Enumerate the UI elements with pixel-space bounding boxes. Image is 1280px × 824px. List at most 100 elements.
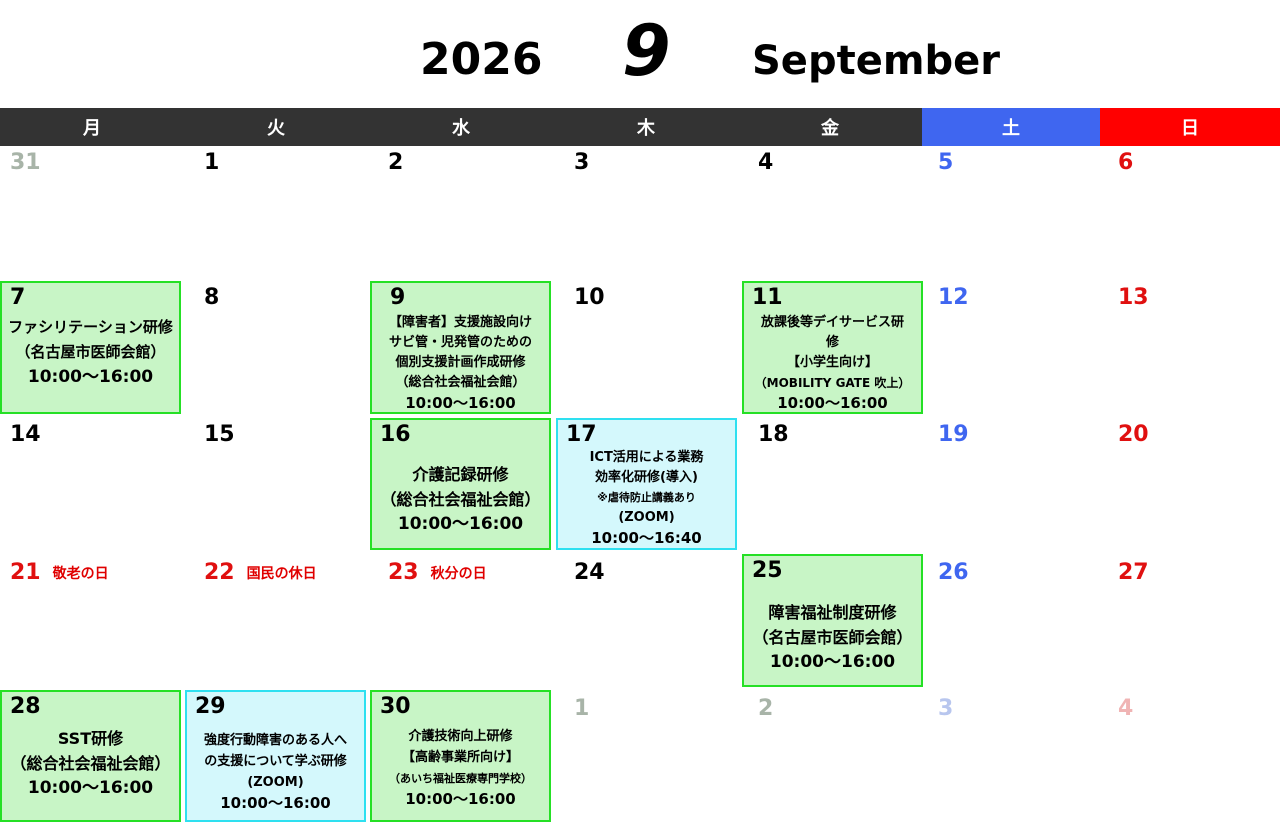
event-line: 【障害者】支援施設向け bbox=[388, 315, 532, 330]
day-number: 12 bbox=[938, 285, 969, 310]
day-number: 21 敬老の日 bbox=[10, 560, 109, 585]
event-line: 10:00～16:00 bbox=[27, 367, 154, 387]
day-cell[interactable]: 10 bbox=[564, 281, 740, 415]
event-line: 【小学生向け】 bbox=[786, 355, 878, 370]
day-cell[interactable]: 1 bbox=[194, 146, 370, 280]
day-number: 5 bbox=[938, 150, 954, 175]
day-number: 29 bbox=[195, 694, 226, 719]
weekday-thu: 木 bbox=[554, 108, 738, 146]
event-line: 10:00～16:00 bbox=[769, 652, 896, 672]
day-cell[interactable]: 1 bbox=[564, 692, 740, 822]
day-cell[interactable]: 18 bbox=[748, 418, 920, 551]
event-card[interactable]: 17 ICT活用による業務 効率化研修(導入) ※虐待防止講義あり (ZOOM)… bbox=[556, 418, 737, 550]
day-cell[interactable]: 31 bbox=[0, 146, 184, 280]
event-card[interactable]: 25 障害福祉制度研修 （名古屋市医師会館） 10:00～16:00 bbox=[742, 554, 923, 687]
day-number: 17 bbox=[566, 422, 597, 447]
event-line: 個別支援計画作成研修 bbox=[395, 355, 526, 370]
event-line: 介護記録研修 bbox=[412, 465, 509, 484]
weekday-sun: 日 bbox=[1100, 108, 1280, 146]
day-number: 6 bbox=[1118, 150, 1134, 175]
event-line: 10:00～16:00 bbox=[405, 790, 516, 808]
event-line: 放課後等デイサービス研 bbox=[760, 315, 904, 330]
day-number: 10 bbox=[574, 285, 605, 310]
event-line: 修 bbox=[825, 335, 839, 350]
day-cell[interactable]: 12 bbox=[928, 281, 1098, 415]
day-number: 18 bbox=[758, 422, 789, 447]
event-line: 【高齢事業所向け】 bbox=[401, 750, 519, 765]
event-line: （総合社会福祉会館） bbox=[10, 754, 171, 773]
day-number: 7 bbox=[10, 285, 26, 310]
day-cell[interactable]: 14 bbox=[0, 418, 184, 551]
day-cell[interactable]: 2 bbox=[748, 692, 920, 822]
event-card[interactable]: 30 介護技術向上研修 【高齢事業所向け】 （あいち福祉医療専門学校） 10:0… bbox=[370, 690, 551, 822]
day-number: 25 bbox=[752, 558, 783, 583]
event-card[interactable]: 7 ファシリテーション研修 （名古屋市医師会館） 10:00～16:00 bbox=[0, 281, 181, 414]
event-line: ICT活用による業務 bbox=[589, 450, 704, 465]
event-line: （総合社会福祉会館） bbox=[395, 375, 526, 390]
event-line: （名古屋市医師会館） bbox=[752, 628, 913, 647]
holiday-label: 敬老の日 bbox=[52, 566, 109, 582]
day-cell[interactable]: 2 bbox=[378, 146, 554, 280]
event-card[interactable]: 9 【障害者】支援施設向け サビ管・児発管のための 個別支援計画作成研修 （総合… bbox=[370, 281, 551, 414]
day-cell[interactable]: 20 bbox=[1108, 418, 1278, 551]
day-number: 30 bbox=[380, 694, 411, 719]
event-line: ※虐待防止講義あり bbox=[597, 491, 696, 504]
day-number: 3 bbox=[938, 696, 954, 721]
day-number: 24 bbox=[574, 560, 605, 585]
day-cell[interactable]: 15 bbox=[194, 418, 370, 551]
weekday-fri: 金 bbox=[738, 108, 922, 146]
day-cell[interactable]: 13 bbox=[1108, 281, 1278, 415]
day-cell[interactable]: 19 bbox=[928, 418, 1098, 551]
day-cell[interactable]: 4 bbox=[1108, 692, 1278, 822]
weekday-header: 月 火 水 木 金 土 日 bbox=[0, 108, 1280, 146]
day-number: 4 bbox=[758, 150, 774, 175]
month-name: September bbox=[752, 38, 1000, 84]
day-number: 11 bbox=[752, 285, 783, 310]
day-number: 22 国民の休日 bbox=[204, 560, 317, 585]
event-line: ファシリテーション研修 bbox=[8, 318, 173, 336]
event-line: （MOBILITY GATE 吹上） bbox=[754, 376, 911, 390]
event-line: （あいち福祉医療専門学校） bbox=[389, 772, 532, 785]
year-label: 2026 bbox=[420, 34, 543, 85]
event-line: の支援について学ぶ研修 bbox=[204, 754, 347, 769]
day-cell[interactable]: 27 bbox=[1108, 556, 1278, 686]
day-cell[interactable]: 23 秋分の日 bbox=[378, 556, 554, 686]
event-line: （総合社会福祉会館） bbox=[380, 490, 541, 509]
month-number: 9 bbox=[622, 10, 671, 92]
event-line: 10:00～16:00 bbox=[220, 794, 331, 812]
event-card[interactable]: 11 放課後等デイサービス研 修 【小学生向け】 （MOBILITY GATE … bbox=[742, 281, 923, 414]
day-cell[interactable]: 3 bbox=[928, 692, 1098, 822]
day-number: 20 bbox=[1118, 422, 1149, 447]
event-card[interactable]: 29 強度行動障害のある人へ の支援について学ぶ研修 (ZOOM) 10:00～… bbox=[185, 690, 366, 822]
day-number: 28 bbox=[10, 694, 41, 719]
event-line: 障害福祉制度研修 bbox=[768, 603, 897, 622]
event-line: 10:00～16:00 bbox=[27, 778, 154, 798]
day-cell[interactable]: 22 国民の休日 bbox=[194, 556, 370, 686]
weekday-tue: 火 bbox=[184, 108, 368, 146]
event-card[interactable]: 28 SST研修 （総合社会福祉会館） 10:00～16:00 bbox=[0, 690, 181, 822]
event-card[interactable]: 16 介護記録研修 （総合社会福祉会館） 10:00～16:00 bbox=[370, 418, 551, 550]
day-cell[interactable]: 6 bbox=[1108, 146, 1278, 280]
day-cell[interactable]: 21 敬老の日 bbox=[0, 556, 184, 686]
day-cell[interactable]: 3 bbox=[564, 146, 740, 280]
event-line: 10:00～16:40 bbox=[591, 529, 702, 547]
day-cell[interactable]: 8 bbox=[194, 281, 370, 415]
day-number: 16 bbox=[380, 422, 411, 447]
event-line: (ZOOM) bbox=[247, 775, 304, 790]
holiday-label: 国民の休日 bbox=[246, 566, 317, 582]
day-cell[interactable]: 5 bbox=[928, 146, 1098, 280]
day-number: 9 bbox=[390, 285, 406, 310]
event-line: SST研修 bbox=[57, 729, 124, 748]
day-number: 23 秋分の日 bbox=[388, 560, 487, 585]
day-cell[interactable]: 26 bbox=[928, 556, 1098, 686]
event-line: （名古屋市医師会館） bbox=[15, 343, 166, 361]
event-line: (ZOOM) bbox=[618, 510, 675, 525]
day-number: 2 bbox=[388, 150, 404, 175]
day-number: 4 bbox=[1118, 696, 1134, 721]
day-cell[interactable]: 4 bbox=[748, 146, 920, 280]
day-number: 26 bbox=[938, 560, 969, 585]
day-number: 1 bbox=[574, 696, 590, 721]
event-line: サビ管・児発管のための bbox=[388, 335, 532, 350]
day-number: 31 bbox=[10, 150, 41, 175]
day-cell[interactable]: 24 bbox=[564, 556, 740, 686]
